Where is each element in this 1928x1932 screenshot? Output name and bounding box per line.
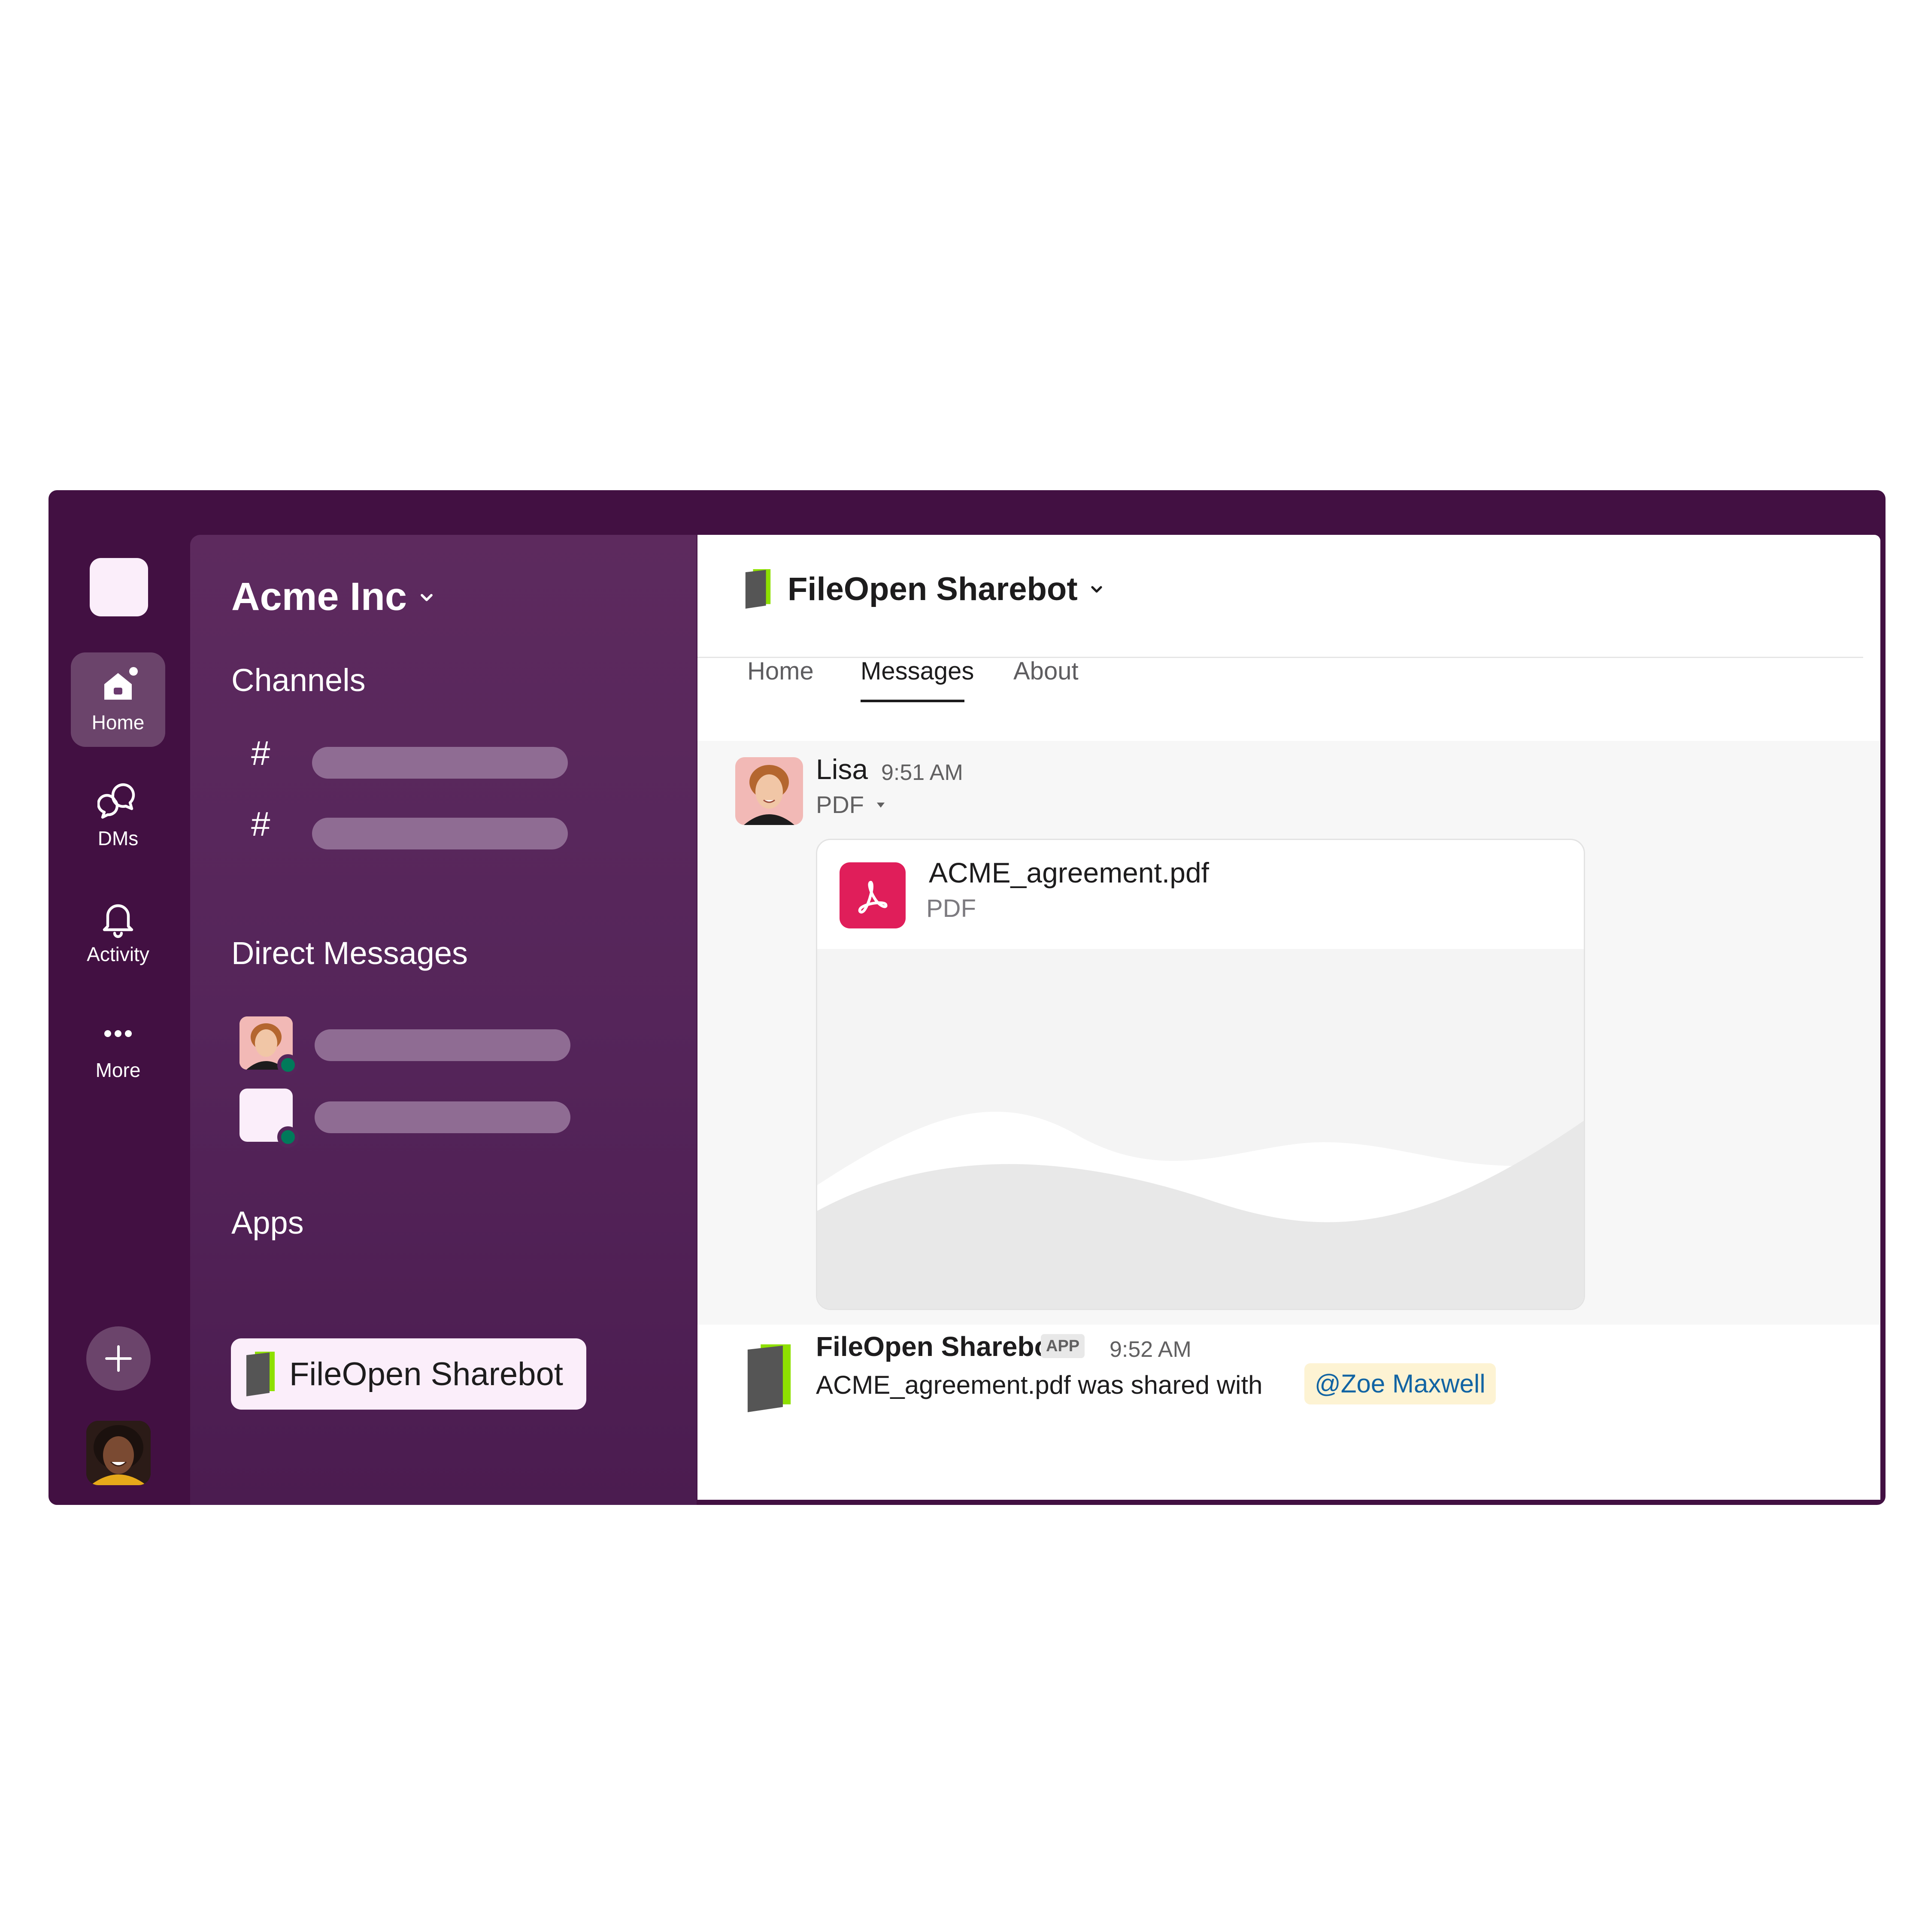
user-avatar[interactable] xyxy=(86,1421,151,1485)
dm-placeholder-bar[interactable] xyxy=(315,1029,570,1061)
acrobat-icon xyxy=(858,881,888,914)
file-type-toggle-label: PDF xyxy=(816,791,864,818)
rail-home-button[interactable]: Home xyxy=(71,652,165,747)
channel-placeholder-bar[interactable] xyxy=(312,747,568,779)
lisa-portrait xyxy=(735,757,803,825)
app-item-label: FileOpen Sharebot xyxy=(289,1356,563,1392)
active-tab-underline xyxy=(861,700,964,702)
header-title-text: FileOpen Sharebot xyxy=(788,570,1078,607)
apps-heading[interactable]: Apps xyxy=(231,1204,304,1241)
fileopen-sharebot-logo-icon xyxy=(246,1352,275,1396)
workspace-switcher-icon[interactable] xyxy=(90,558,148,616)
add-button[interactable] xyxy=(86,1326,151,1391)
pdf-icon xyxy=(840,862,906,928)
file-preview[interactable] xyxy=(817,949,1584,1309)
tab-home[interactable]: Home xyxy=(747,657,814,685)
fileopen-sharebot-logo-icon xyxy=(745,569,771,609)
fileopen-sharebot-logo-icon[interactable] xyxy=(744,1344,794,1412)
preview-wave-graphic xyxy=(817,949,1584,1309)
rail-more-button[interactable]: More xyxy=(71,1000,165,1095)
channel-placeholder-bar[interactable] xyxy=(312,818,568,849)
message-timestamp[interactable]: 9:51 AM xyxy=(881,760,963,786)
rail-activity-button[interactable]: Activity xyxy=(71,884,165,979)
file-type-toggle[interactable]: PDF xyxy=(816,791,886,819)
plus-icon xyxy=(105,1345,132,1372)
channels-heading[interactable]: Channels xyxy=(231,662,366,698)
caret-down-icon xyxy=(876,802,885,807)
chevron-down-icon xyxy=(1091,586,1102,593)
user-portrait xyxy=(86,1421,151,1485)
message-sender-name[interactable]: Lisa xyxy=(816,753,868,786)
file-type-label: PDF xyxy=(926,895,976,922)
avatar[interactable] xyxy=(735,757,803,825)
message-timestamp[interactable]: 9:52 AM xyxy=(1110,1337,1191,1362)
chevron-down-icon xyxy=(421,594,433,601)
channel-header-title[interactable]: FileOpen Sharebot xyxy=(745,569,1105,609)
dm-avatar-lisa[interactable] xyxy=(239,1016,299,1076)
sidebar: Acme Inc Channels # # Direct Messages Ap… xyxy=(190,535,697,1505)
message-text: ACME_agreement.pdf was shared with xyxy=(816,1371,1263,1399)
app-badge: APP xyxy=(1041,1334,1085,1358)
dm-avatar-placeholder[interactable] xyxy=(239,1089,299,1148)
channel-hash-icon: # xyxy=(251,805,270,843)
presence-indicator xyxy=(277,1054,299,1076)
rail-home-label: Home xyxy=(91,711,145,734)
workspace-name-button[interactable]: Acme Inc xyxy=(231,574,436,619)
presence-indicator xyxy=(277,1126,299,1148)
icon-rail: Home DMs Activity More xyxy=(49,490,190,1505)
rail-dms-label: DMs xyxy=(97,827,139,849)
user-mention[interactable]: @Zoe Maxwell xyxy=(1304,1363,1496,1404)
more-dots-icon xyxy=(104,1030,132,1037)
direct-messages-heading[interactable]: Direct Messages xyxy=(231,935,468,971)
bell-icon xyxy=(103,904,133,938)
channel-hash-icon: # xyxy=(251,734,270,772)
sidebar-item-fileopen-sharebot[interactable]: FileOpen Sharebot xyxy=(231,1338,586,1410)
workspace-name: Acme Inc xyxy=(231,575,407,619)
tab-about[interactable]: About xyxy=(1013,657,1079,685)
rail-more-label: More xyxy=(95,1059,141,1081)
message-sender-name[interactable]: FileOpen Sharebot xyxy=(816,1331,1060,1362)
home-icon xyxy=(104,667,138,700)
app-window: Home DMs Activity More Acme Inc Channels… xyxy=(49,490,1886,1505)
chat-bubbles-icon xyxy=(97,783,135,819)
file-name[interactable]: ACME_agreement.pdf xyxy=(929,856,1209,889)
main-panel: FileOpen Sharebot Home Messages About Li… xyxy=(697,535,1880,1500)
dm-placeholder-bar[interactable] xyxy=(315,1101,570,1133)
file-attachment-card[interactable]: ACME_agreement.pdf PDF xyxy=(816,839,1585,1310)
rail-activity-label: Activity xyxy=(87,943,149,965)
rail-dms-button[interactable]: DMs xyxy=(71,768,165,863)
tab-messages[interactable]: Messages xyxy=(861,657,974,685)
